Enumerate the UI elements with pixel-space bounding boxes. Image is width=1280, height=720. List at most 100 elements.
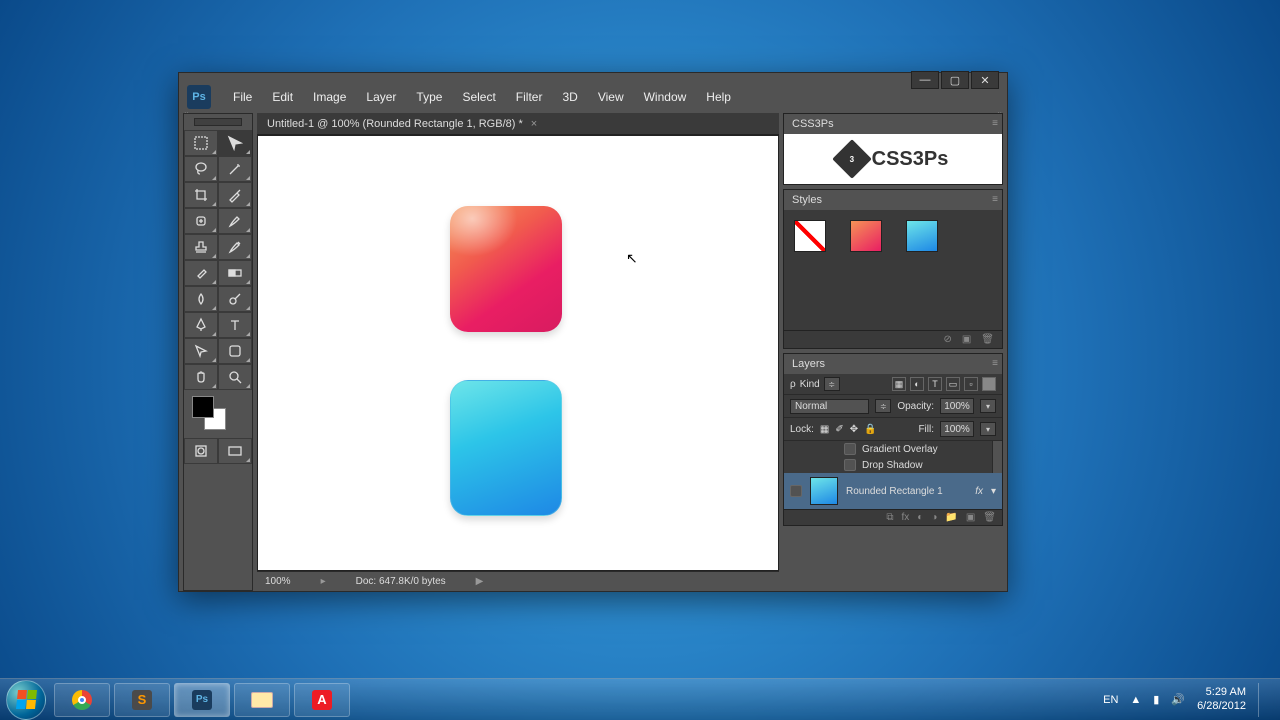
close-button[interactable]: ✕ <box>971 71 999 89</box>
show-desktop-button[interactable] <box>1258 683 1266 717</box>
menu-help[interactable]: Help <box>696 86 741 108</box>
style-cyan[interactable] <box>906 220 938 252</box>
filter-adjust-icon[interactable]: ◐ <box>910 377 924 391</box>
dropdown-arrow-icon[interactable]: ▾ <box>980 399 996 413</box>
taskbar-adobe[interactable]: A <box>294 683 350 717</box>
type-tool[interactable] <box>218 312 252 338</box>
link-icon[interactable]: ⧉ <box>886 512 893 523</box>
fx-badge[interactable]: fx <box>975 486 983 497</box>
css3ps-button[interactable]: 3CSS3Ps <box>784 134 1002 184</box>
foreground-color[interactable] <box>192 396 214 418</box>
quickmask-tool[interactable] <box>184 438 218 464</box>
shape-orange-pink[interactable] <box>450 206 562 332</box>
hand-tool[interactable] <box>184 364 218 390</box>
tray-network-icon[interactable]: ▮ <box>1153 693 1159 706</box>
menu-file[interactable]: File <box>223 86 262 108</box>
crop-tool[interactable] <box>184 182 218 208</box>
path-select-tool[interactable] <box>184 338 218 364</box>
play-icon[interactable]: ▶ <box>476 576 484 587</box>
tray-flag-icon[interactable]: ▲ <box>1130 694 1141 706</box>
filter-type-icon[interactable]: ρ <box>790 379 796 390</box>
panel-menu-icon[interactable]: ≡ <box>992 358 998 369</box>
filter-type-icon[interactable]: T <box>928 377 942 391</box>
taskbar-explorer[interactable] <box>234 683 290 717</box>
pen-tool[interactable] <box>184 312 218 338</box>
adjust-icon[interactable]: ◑ <box>931 512 937 523</box>
layer-row[interactable]: Rounded Rectangle 1 fx ▾ <box>784 473 1002 509</box>
menu-layer[interactable]: Layer <box>356 86 406 108</box>
chevron-right-icon[interactable]: ▸ <box>321 576 326 587</box>
tray-lang[interactable]: EN <box>1103 694 1118 706</box>
tab-close-icon[interactable]: × <box>531 118 537 130</box>
trash-icon[interactable]: 🗑 <box>981 334 994 345</box>
chevron-icon[interactable]: ▾ <box>991 486 996 497</box>
menu-view[interactable]: View <box>588 86 634 108</box>
filter-smart-icon[interactable]: ▫ <box>964 377 978 391</box>
menu-filter[interactable]: Filter <box>506 86 553 108</box>
shape-tool[interactable] <box>218 338 252 364</box>
taskbar-chrome[interactable] <box>54 683 110 717</box>
style-none[interactable] <box>794 220 826 252</box>
fx-item[interactable]: Gradient Overlay <box>862 444 938 455</box>
taskbar-photoshop[interactable]: Ps <box>174 683 230 717</box>
menu-edit[interactable]: Edit <box>262 86 303 108</box>
scrollbar[interactable] <box>992 441 1002 473</box>
taskbar-sublime[interactable]: S <box>114 683 170 717</box>
screenmode-tool[interactable] <box>218 438 252 464</box>
start-button[interactable] <box>6 680 46 720</box>
lock-pos-icon[interactable]: ✥ <box>850 424 858 435</box>
panel-menu-icon[interactable]: ≡ <box>992 194 998 205</box>
blur-tool[interactable] <box>184 286 218 312</box>
menu-3d[interactable]: 3D <box>552 86 587 108</box>
marquee-tool[interactable] <box>184 130 218 156</box>
healing-tool[interactable] <box>184 208 218 234</box>
move-tool[interactable] <box>218 130 252 156</box>
fill-input[interactable] <box>940 421 974 437</box>
opacity-input[interactable] <box>940 398 974 414</box>
menu-select[interactable]: Select <box>452 86 505 108</box>
menu-type[interactable]: Type <box>406 86 452 108</box>
dropdown-arrow-icon[interactable]: ≑ <box>824 377 840 391</box>
dropdown-arrow-icon[interactable]: ▾ <box>980 422 996 436</box>
lasso-tool[interactable] <box>184 156 218 182</box>
visibility-icon[interactable] <box>790 485 802 497</box>
mask-icon[interactable]: ◐ <box>917 512 923 523</box>
eraser-tool[interactable] <box>184 260 218 286</box>
lock-trans-icon[interactable]: ▦ <box>820 424 829 435</box>
magic-wand-tool[interactable] <box>218 156 252 182</box>
zoom-level[interactable]: 100% <box>265 576 291 587</box>
brush-tool[interactable] <box>218 208 252 234</box>
menu-image[interactable]: Image <box>303 86 356 108</box>
panel-menu-icon[interactable]: ≡ <box>992 118 998 129</box>
dropdown-arrow-icon[interactable]: ≑ <box>875 399 891 413</box>
filter-shape-icon[interactable]: ▭ <box>946 377 960 391</box>
style-orange[interactable] <box>850 220 882 252</box>
gradient-tool[interactable] <box>218 260 252 286</box>
layer-list[interactable]: Gradient Overlay Drop Shadow <box>784 441 1002 473</box>
layer-name[interactable]: Rounded Rectangle 1 <box>846 486 967 497</box>
lock-all-icon[interactable]: 🔒 <box>864 424 876 435</box>
eyedropper-tool[interactable] <box>218 182 252 208</box>
trash-icon[interactable]: 🗑 <box>983 512 996 523</box>
shape-cyan-blue[interactable] <box>450 380 562 516</box>
no-icon[interactable]: ⊘ <box>943 334 951 345</box>
canvas[interactable]: ↖ <box>257 135 779 571</box>
visibility-icon[interactable] <box>844 459 856 471</box>
visibility-icon[interactable] <box>844 443 856 455</box>
filter-pixel-icon[interactable]: ▦ <box>892 377 906 391</box>
new-style-icon[interactable]: ▣ <box>962 334 971 345</box>
color-swatches[interactable] <box>190 396 246 432</box>
layer-thumbnail[interactable] <box>810 477 838 505</box>
maximize-button[interactable]: ▢ <box>941 71 969 89</box>
tray-volume-icon[interactable]: 🔊 <box>1171 693 1185 706</box>
lock-pixels-icon[interactable]: ✐ <box>835 424 843 435</box>
folder-icon[interactable]: 📁 <box>945 512 957 523</box>
menu-window[interactable]: Window <box>634 86 697 108</box>
minimize-button[interactable]: — <box>911 71 939 89</box>
history-brush-tool[interactable] <box>218 234 252 260</box>
stamp-tool[interactable] <box>184 234 218 260</box>
document-tab[interactable]: Untitled-1 @ 100% (Rounded Rectangle 1, … <box>257 113 779 135</box>
zoom-tool[interactable] <box>218 364 252 390</box>
fx-item[interactable]: Drop Shadow <box>862 460 923 471</box>
dodge-tool[interactable] <box>218 286 252 312</box>
